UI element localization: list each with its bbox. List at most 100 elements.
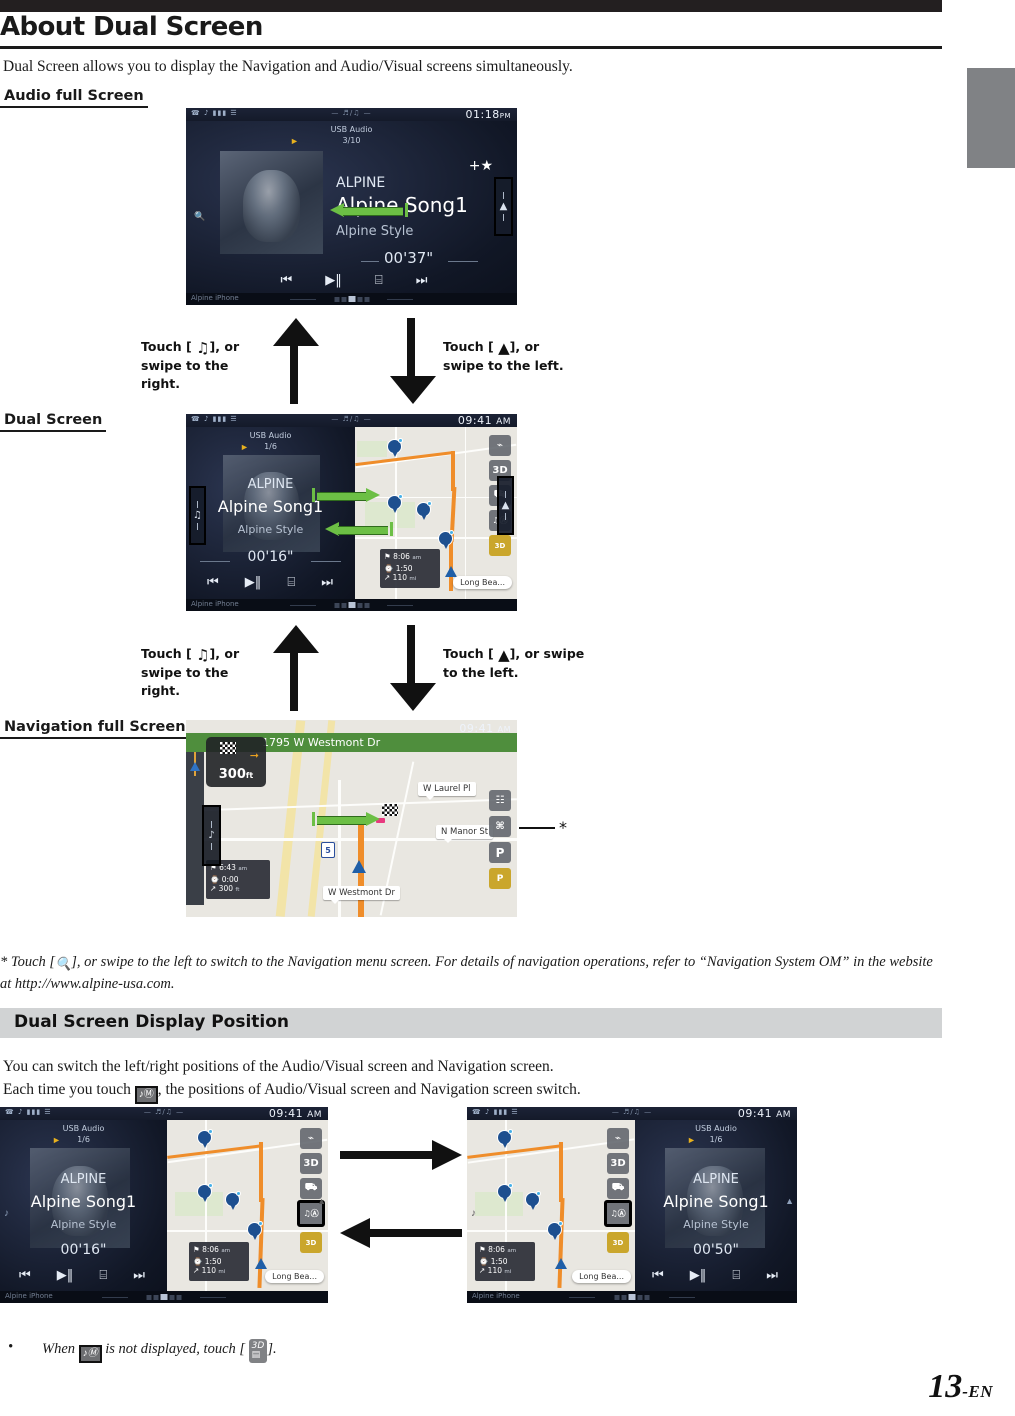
navigation-toggle-bracket[interactable]: ▲	[497, 476, 514, 535]
previous-track-button[interactable]: ⏮	[19, 1268, 31, 1283]
map-button-poi[interactable]: ☷	[489, 790, 511, 811]
dot	[614, 1294, 620, 1300]
audio-toggle-bracket[interactable]: ♫	[189, 486, 206, 545]
distance-unit: mi	[409, 576, 417, 582]
next-track-button[interactable]: ⏭	[321, 575, 333, 590]
map-poi-pin[interactable]	[438, 530, 454, 550]
dot	[146, 1294, 152, 1300]
flow-arrow-down-2	[390, 625, 436, 711]
map-poi-pin[interactable]	[197, 1183, 213, 1203]
map-button-parking-secure[interactable]: P	[489, 868, 511, 889]
touch-note-prefix: Touch [	[443, 646, 494, 661]
clock-time: 09:41	[268, 1107, 304, 1120]
destination-pill[interactable]: Long Bea...	[572, 1270, 631, 1283]
map-poi-pin[interactable]	[416, 501, 432, 521]
next-track-button[interactable]: ⏭	[766, 1268, 778, 1283]
transport-controls[interactable]: ⏮ ▶‖ ⌸ ⏭	[264, 273, 444, 288]
distance-row: ↗ 110 mi	[479, 1266, 512, 1275]
map-poi-pin[interactable]	[387, 494, 403, 514]
album-name: Alpine Style	[336, 224, 414, 239]
transport-controls[interactable]: ⏮ ▶‖ ⌸ ⏭	[6, 1268, 158, 1283]
map-button-3d-landmark[interactable]: 3D	[607, 1232, 629, 1253]
status-icons: ☎ ♪ ▮▮▮ ☰	[191, 109, 238, 117]
clock-time: 09:41	[459, 722, 494, 735]
map-poi-pin[interactable]	[387, 438, 403, 458]
clock: 01:18PM	[466, 108, 511, 121]
map-poi-pin[interactable]	[497, 1129, 513, 1149]
previous-track-button[interactable]: ⏮	[207, 575, 219, 590]
map-button-3d-landmark[interactable]: 3D	[489, 535, 511, 556]
map-button-3d[interactable]: 3D	[607, 1153, 629, 1174]
page-number: 13-EN	[928, 1368, 993, 1406]
play-pause-button[interactable]: ▶‖	[57, 1268, 74, 1283]
status-icons: ☎ ♪ ▮▮▮ ☰	[472, 1108, 519, 1116]
distance-value: 110	[392, 573, 407, 582]
previous-track-button[interactable]: ⏮	[281, 273, 293, 288]
map-button-3d[interactable]: 3D	[300, 1153, 322, 1174]
map-pane[interactable]: ⌁ 3D ⛟ ♫Ⓐ 3D ⚑ 8:06 am ⌚ 1:50 ↗ 110 mi L…	[467, 1120, 635, 1291]
status-bar: ☎ ♪ ▮▮▮ ☰ — ♬/♫ — 09:41 AM	[186, 414, 517, 427]
bracket-line-top	[505, 491, 506, 498]
dash-right	[387, 299, 413, 300]
map-button-traffic[interactable]: ⛟	[607, 1178, 629, 1199]
eta-unit: am	[238, 866, 248, 872]
playlist-button[interactable]: ⌸	[287, 575, 295, 590]
next-street-name: 1795 W Westmont Dr	[262, 736, 381, 749]
eta-unit: am	[221, 1248, 231, 1254]
distance-row: ↗ 300 ft	[210, 884, 240, 893]
transport-controls[interactable]: ⏮ ▶‖ ⌸ ⏭	[639, 1268, 791, 1283]
map-pane[interactable]: ⌁ 3D ⛟ ♫Ⓐ 3D ⚑ 8:06 am ⌚ 1:50 ↗ 110 mi L…	[167, 1120, 328, 1291]
eta-row: ⚑ 8:06 am	[193, 1245, 231, 1254]
next-track-button[interactable]: ⏭	[133, 1268, 145, 1283]
music-note-icon: ♪	[4, 1208, 9, 1219]
map-poi-pin[interactable]	[525, 1191, 541, 1211]
play-pause-button[interactable]: ▶‖	[325, 273, 342, 288]
map-pane[interactable]: ⌁ 3D ⛟ ♫Ⓐ 3D ⚑ 8:06 am ⌚ 1:50 ↗ 110 mi L…	[355, 427, 517, 599]
touch-note-music-2: Touch [ ♫], or swipe to the right.	[141, 645, 266, 700]
destination-pill[interactable]: Long Bea...	[265, 1270, 324, 1283]
bullet-mid: is not displayed, touch [	[105, 1341, 246, 1357]
playlist-button[interactable]: ⌸	[375, 273, 383, 288]
arrow-shaft	[290, 342, 298, 404]
map-button-clear-route[interactable]: ⌁	[300, 1128, 322, 1149]
map-poi-pin[interactable]	[497, 1183, 513, 1203]
map-poi-pin[interactable]	[247, 1221, 263, 1241]
distance-value: 110	[201, 1266, 216, 1275]
navigation-toggle-bracket[interactable]: ▲	[494, 177, 513, 236]
playlist-button[interactable]: ⌸	[99, 1268, 107, 1283]
play-pause-button[interactable]: ▶‖	[245, 575, 262, 590]
bracket-line-bottom	[503, 214, 504, 221]
footnote-prefix: Touch [	[10, 954, 56, 970]
map-button-clear-route[interactable]: ⌁	[607, 1128, 629, 1149]
map-button-parking[interactable]: P	[489, 842, 511, 863]
previous-track-button[interactable]: ⏮	[652, 1268, 664, 1283]
play-pause-button[interactable]: ▶‖	[690, 1268, 707, 1283]
page-number-value: 13	[928, 1368, 963, 1405]
dot	[176, 1294, 182, 1300]
map-poi-pin[interactable]	[547, 1221, 563, 1241]
map-poi-pin[interactable]	[197, 1129, 213, 1149]
map-button-swap-position[interactable]: ♫Ⓐ	[604, 1200, 632, 1227]
clock-meridiem: AM	[776, 1110, 791, 1120]
audio-pane: USB Audio ► 1/6 ALPINE Alpine Song1 Alpi…	[635, 1120, 797, 1291]
asterisk-marker: *	[559, 818, 567, 837]
swipe-arrow-shaft	[317, 816, 367, 825]
audio-source: USB Audio	[62, 1124, 105, 1133]
map-poi-pin[interactable]	[225, 1191, 241, 1211]
next-track-button[interactable]: ⏭	[416, 273, 428, 288]
route-line	[559, 1142, 563, 1202]
audio-source: USB Audio	[330, 125, 373, 134]
favorite-star-icon[interactable]: +★	[469, 158, 493, 174]
map-button-3d-landmark[interactable]: 3D	[300, 1232, 322, 1253]
map-button-clear-route[interactable]: ⌁	[489, 435, 511, 456]
dot	[334, 296, 339, 302]
dot	[153, 1294, 159, 1300]
audio-toggle-bracket[interactable]: ♪	[202, 805, 221, 866]
music-note-icon: ♫	[193, 510, 202, 521]
eta-value: 8:06	[488, 1245, 505, 1254]
playlist-button[interactable]: ⌸	[732, 1268, 740, 1283]
dash-left	[290, 299, 316, 300]
transport-controls[interactable]: ⏮ ▶‖ ⌸ ⏭	[194, 575, 346, 590]
destination-pill[interactable]: Long Bea...	[453, 576, 512, 589]
map-button-swap-position[interactable]: ⌘	[489, 816, 511, 837]
